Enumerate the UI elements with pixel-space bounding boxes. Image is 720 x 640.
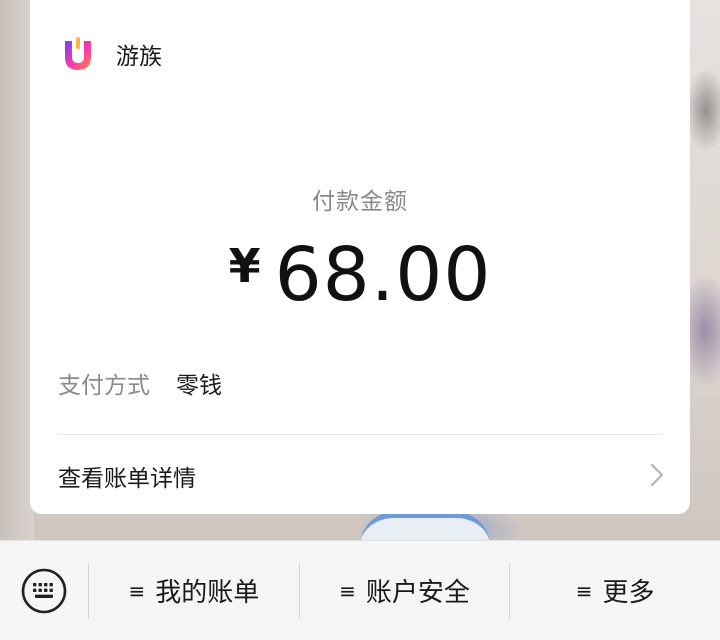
currency-symbol: ¥: [228, 239, 261, 293]
chevron-right-icon: [650, 463, 664, 487]
menu-icon: ≡: [339, 578, 356, 603]
menu-account-security[interactable]: ≡ 账户安全: [300, 541, 510, 640]
menu-icon: ≡: [575, 578, 593, 603]
keyboard-toggle-button[interactable]: [0, 541, 88, 640]
amount-label: 付款金额: [312, 189, 408, 215]
payment-card: 游族 付款金额 ¥68.00 支付方式 零钱 查看账单详情: [30, 0, 690, 514]
menu-icon: ≡: [128, 578, 146, 603]
youzu-logo-icon: [65, 37, 91, 70]
keyboard-icon: [21, 568, 67, 613]
menu-my-bills-label: 我的账单: [155, 578, 260, 608]
payment-method-value: 零钱: [176, 373, 222, 399]
menu-more[interactable]: ≡ 更多: [510, 541, 720, 640]
menu-my-bills[interactable]: ≡ 我的账单: [89, 541, 299, 640]
amount-value: 68.00: [274, 232, 492, 318]
payment-amount: ¥68.00: [30, 232, 690, 318]
merchant-name: 游族: [116, 44, 162, 70]
menu-more-label: 更多: [602, 578, 655, 608]
menu-account-security-label: 账户安全: [365, 578, 470, 608]
payment-method-label: 支付方式: [58, 373, 150, 399]
view-bill-details-label: 查看账单详情: [58, 466, 196, 492]
merchant-header[interactable]: 游族: [62, 36, 162, 72]
view-bill-details-button[interactable]: 查看账单详情: [30, 435, 690, 514]
payment-receipt-screen: 游族 付款金额 ¥68.00 支付方式 零钱 查看账单详情 ≡ 我的账单 ≡ 账…: [0, 0, 720, 640]
payment-method-row: 支付方式 零钱: [58, 366, 222, 400]
bottom-menu-bar: ≡ 我的账单 ≡ 账户安全 ≡ 更多: [0, 540, 720, 640]
